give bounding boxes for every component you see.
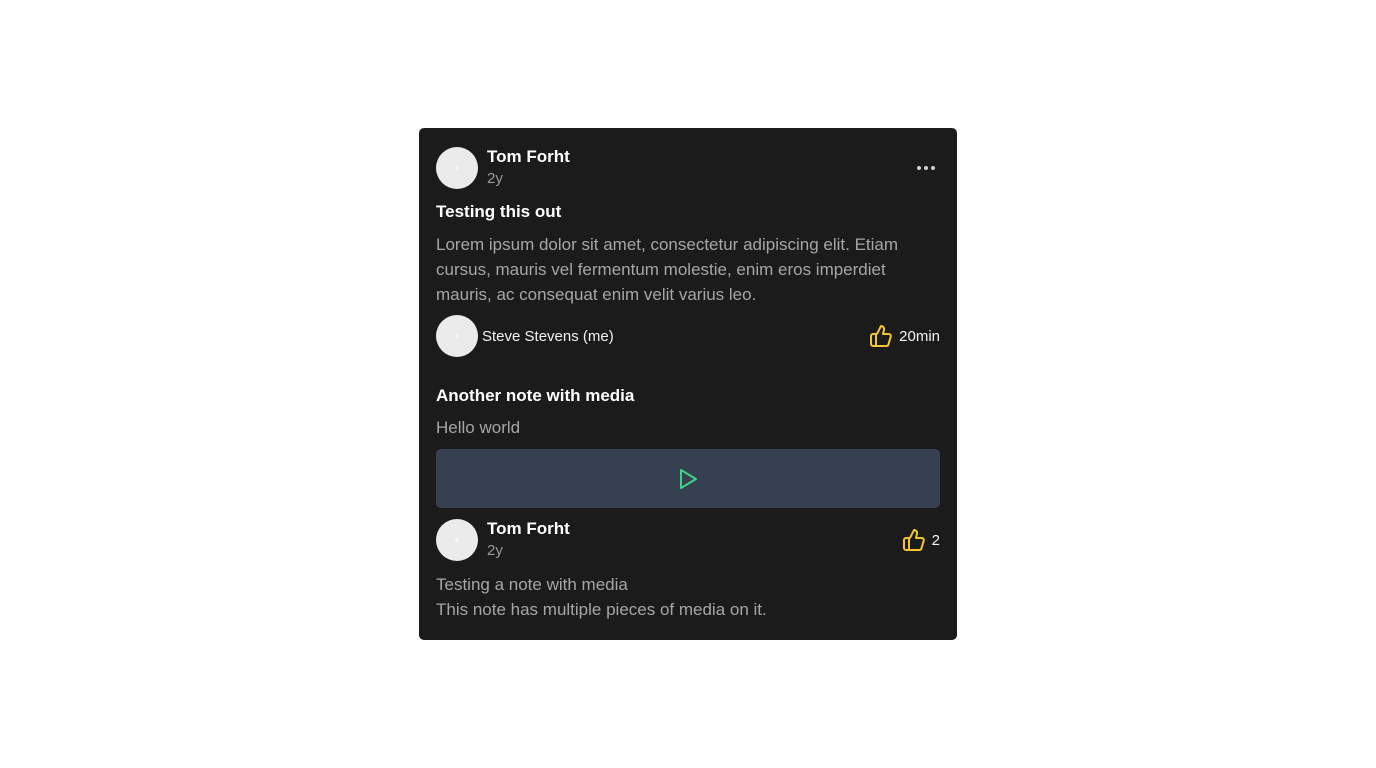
more-options-button[interactable]: [914, 156, 938, 180]
like-count: 2: [931, 531, 940, 549]
post-time: 2y: [487, 170, 503, 187]
comment-time: 2y: [487, 542, 503, 559]
comment-text-line: This note has multiple pieces of media o…: [436, 600, 767, 619]
note-body: Hello world: [436, 418, 521, 437]
note-body: Lorem ipsum dolor sit amet, consectetur …: [436, 235, 899, 304]
author-block: Tom Forht 2y: [487, 146, 570, 190]
reply-author-name[interactable]: Steve Stevens (me): [482, 328, 614, 345]
comment-text-line: Testing a note with media: [436, 575, 628, 594]
comment-author-info: Tom Forht 2y: [436, 518, 570, 562]
note-title: Testing this out: [436, 202, 562, 221]
avatar[interactable]: [436, 315, 478, 357]
like-button[interactable]: 20min: [869, 324, 940, 348]
comment-header: Tom Forht 2y 2: [436, 519, 940, 561]
media-player[interactable]: [436, 449, 940, 508]
post-header: Tom Forht 2y: [436, 147, 940, 189]
play-icon[interactable]: [677, 467, 699, 491]
author-name[interactable]: Tom Forht: [487, 146, 570, 168]
like-button[interactable]: 2: [902, 528, 940, 552]
thumbs-up-icon: [902, 529, 925, 551]
author-block: Tom Forht 2y: [487, 518, 570, 562]
comment-author-name[interactable]: Tom Forht: [487, 518, 570, 540]
author-info: Tom Forht 2y: [436, 146, 570, 190]
avatar[interactable]: [436, 519, 478, 561]
thumbs-up-icon: [870, 325, 892, 347]
post-card: Tom Forht 2y Testing this out Lorem ipsu…: [419, 128, 957, 640]
reply-time: 20min: [899, 327, 940, 345]
reply-row: Steve Stevens (me) 20min: [436, 315, 940, 357]
avatar[interactable]: [436, 147, 478, 189]
note-title: Another note with media: [436, 386, 635, 405]
ellipsis-icon: [917, 166, 935, 170]
reply-author: Steve Stevens (me): [436, 315, 614, 357]
